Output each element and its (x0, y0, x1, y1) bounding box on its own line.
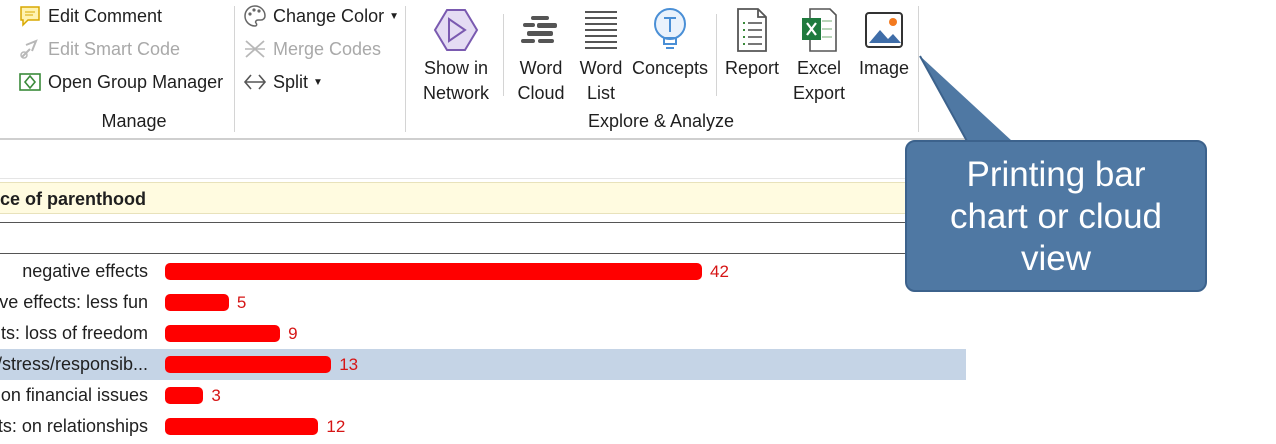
merge-icon (243, 37, 267, 61)
network-icon (417, 4, 495, 56)
ribbon: Edit Comment Edit Smart Code Open Group … (0, 0, 966, 138)
edit-comment-label: Edit Comment (48, 5, 163, 26)
chart-title: ce of parenthood (0, 189, 147, 209)
change-color-button[interactable]: Change Color ▼ (243, 2, 399, 30)
bar-label: on financial issues (0, 385, 148, 405)
comment-icon (18, 4, 42, 28)
excel-export-button[interactable]: Excel Export (786, 4, 852, 106)
smart-code-icon (18, 37, 42, 61)
excel-export-label-2: Export (792, 83, 846, 103)
bar-label: /stress/responsib... (0, 354, 148, 374)
ribbon-border (0, 138, 966, 140)
table-row[interactable]: negative effects 42 (0, 256, 966, 287)
split-button[interactable]: Split ▼ (243, 68, 323, 96)
bar-value-label: 3 (211, 386, 221, 405)
lightbulb-icon (630, 4, 710, 56)
bar-value-label: 9 (288, 324, 298, 343)
bar (165, 263, 702, 280)
callout-pointer (919, 55, 1026, 154)
chevron-down-icon: ▼ (389, 10, 399, 22)
ribbon-divider (503, 14, 504, 96)
bar-value-label: 12 (326, 417, 346, 436)
bar (165, 294, 229, 311)
concepts-button[interactable]: Concepts (630, 4, 710, 81)
explore-analyze-group-label: Explore & Analyze (587, 111, 735, 131)
header-rule (0, 222, 966, 223)
bar-label: negative effects (22, 261, 148, 281)
word-cloud-label-2: Cloud (517, 83, 565, 103)
open-group-manager-button[interactable]: Open Group Manager (18, 68, 223, 96)
table-row[interactable]: ts: loss of freedom 9 (0, 318, 966, 349)
bar-label: ive effects: less fun (0, 292, 148, 312)
bar-value-label: 5 (236, 293, 247, 312)
bar (165, 387, 204, 404)
image-label: Image (858, 58, 910, 78)
bar-label: ts: on relationships (0, 416, 148, 436)
merge-codes-button[interactable]: Merge Codes (243, 35, 381, 63)
table-row[interactable]: /stress/responsib... 13 (0, 349, 966, 380)
bar (165, 418, 319, 435)
edit-smart-code-button[interactable]: Edit Smart Code (18, 35, 180, 63)
image-button[interactable]: Image (854, 4, 914, 81)
open-group-manager-label: Open Group Manager (48, 71, 224, 92)
annotation-callout: Printing bar chart or cloud view (905, 140, 1207, 292)
bar (165, 356, 332, 373)
excel-export-label-1: Excel (796, 58, 841, 78)
word-cloud-icon (510, 4, 572, 56)
edit-smart-code-label: Edit Smart Code (48, 38, 181, 59)
header-rule (0, 253, 966, 254)
report-label: Report (724, 58, 780, 78)
table-row[interactable]: ts: on relationships 12 (0, 411, 966, 442)
table-row[interactable]: on financial issues 3 (0, 380, 966, 411)
report-icon (722, 4, 782, 56)
word-cloud-label-1: Word (519, 58, 563, 78)
image-icon (854, 4, 914, 56)
word-list-icon (574, 4, 628, 56)
chart-title-bar: ce of parenthood (0, 182, 966, 214)
concepts-label: Concepts (631, 58, 709, 78)
bar-label: ts: loss of freedom (0, 323, 148, 343)
change-color-label: Change Color (273, 5, 385, 26)
manage-group-label: Manage (101, 111, 167, 131)
chevron-down-icon: ▼ (313, 76, 323, 88)
report-button[interactable]: Report (722, 4, 782, 81)
callout-line-1: Printing bar (966, 155, 1146, 194)
bar-value-label: 42 (710, 262, 729, 281)
word-list-button[interactable]: Word List (574, 4, 628, 106)
word-cloud-button[interactable]: Word Cloud (510, 4, 572, 106)
ribbon-divider (716, 14, 717, 96)
bar-value-label: 13 (339, 355, 359, 374)
palette-icon (243, 4, 267, 28)
merge-codes-label: Merge Codes (273, 38, 382, 59)
word-list-label-1: Word (579, 58, 623, 78)
callout-line-2: chart or cloud (949, 197, 1163, 236)
edit-comment-button[interactable]: Edit Comment (18, 2, 162, 30)
table-row[interactable]: ive effects: less fun 5 (0, 287, 966, 318)
pane-toolbar (0, 148, 966, 179)
show-in-network-button[interactable]: Show in Network (417, 4, 495, 106)
ribbon-divider (405, 6, 406, 132)
split-label: Split (273, 71, 309, 92)
word-list-label-2: List (586, 83, 615, 103)
callout-line-3: view (1020, 239, 1092, 278)
show-in-network-label-1: Show in (423, 58, 489, 78)
split-icon (243, 70, 267, 94)
show-in-network-label-2: Network (422, 83, 489, 103)
bar (165, 325, 281, 342)
excel-icon (786, 4, 852, 56)
group-manager-icon (18, 70, 42, 94)
